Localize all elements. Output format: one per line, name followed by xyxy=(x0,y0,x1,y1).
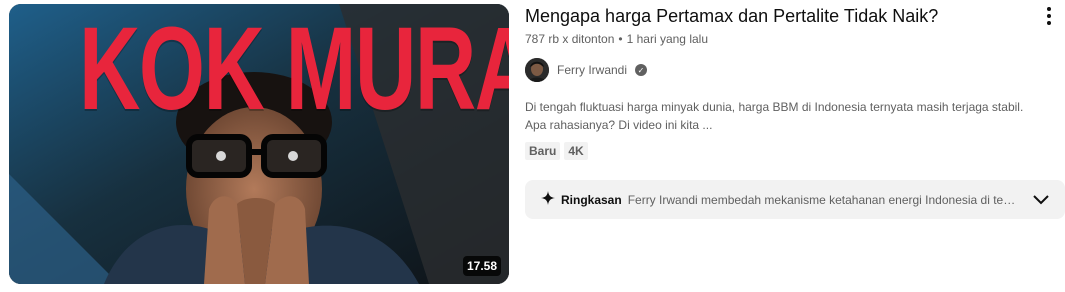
channel-name[interactable]: Ferry Irwandi xyxy=(557,63,627,77)
badge-4k: 4K xyxy=(564,142,588,160)
summary-text: Ferry Irwandi membedah mekanisme ketahan… xyxy=(627,192,1021,207)
duration-badge: 17.58 xyxy=(462,256,501,276)
video-description: Di tengah fluktuasi harga minyak dunia, … xyxy=(525,100,1024,132)
video-metadata: 787 rb x ditonton • 1 hari yang lalu xyxy=(525,32,1035,46)
upload-time: 1 hari yang lalu xyxy=(626,32,708,46)
sparkle-icon xyxy=(541,191,555,208)
thumbnail-overlay-text: KOK MURAH? xyxy=(79,4,509,135)
more-vert-icon[interactable] xyxy=(1039,4,1059,28)
chevron-down-icon[interactable] xyxy=(1029,188,1053,212)
avatar[interactable] xyxy=(525,58,549,82)
meta-separator: • xyxy=(618,32,623,46)
badge-row: Baru 4K xyxy=(525,142,588,160)
summary-label: Ringkasan xyxy=(561,192,622,207)
video-title[interactable]: Mengapa harga Pertamax dan Pertalite Tid… xyxy=(525,4,1035,28)
video-thumbnail[interactable]: KOK MURAH? 17.58 xyxy=(9,4,509,284)
summary-panel[interactable]: Ringkasan Ferry Irwandi membedah mekanis… xyxy=(525,180,1065,219)
view-count: 787 rb x ditonton xyxy=(525,32,615,46)
video-info: Mengapa harga Pertamax dan Pertalite Tid… xyxy=(525,4,1035,46)
channel-row[interactable]: Ferry Irwandi ✓ xyxy=(525,58,648,82)
check-circle-icon: ✓ xyxy=(635,64,648,76)
badge-new: Baru xyxy=(525,142,561,160)
